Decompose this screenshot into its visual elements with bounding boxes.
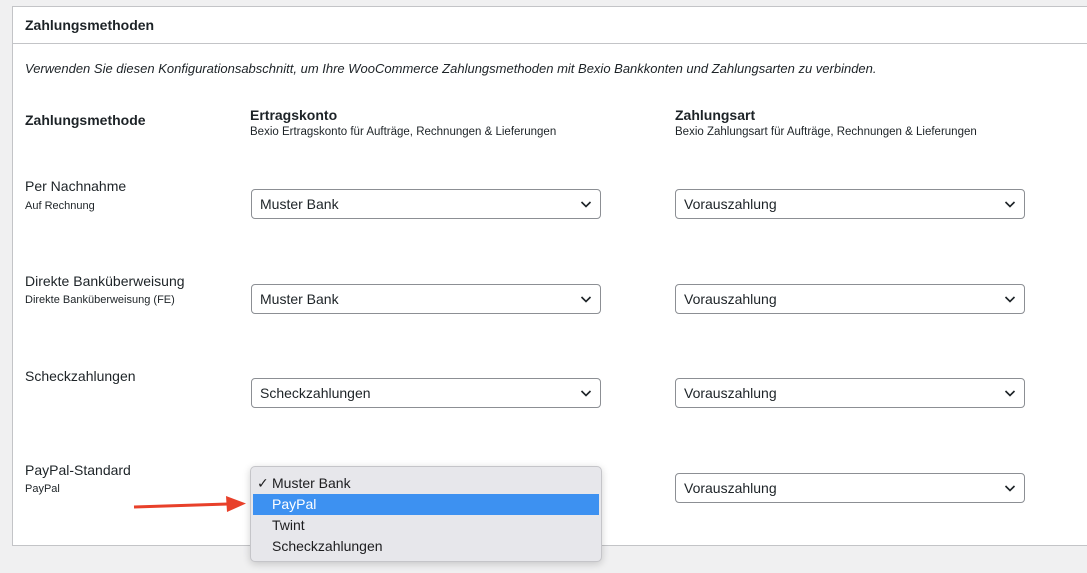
section-title: Zahlungsmethoden	[13, 7, 1087, 44]
select-value: Muster Bank	[260, 196, 339, 212]
row-label-per-nachnahme: Per Nachnahme	[25, 178, 127, 194]
chevron-down-icon	[1004, 485, 1016, 492]
chevron-down-icon	[580, 201, 592, 208]
select-value: Scheckzahlungen	[260, 385, 371, 401]
payment-type-select[interactable]: Vorauszahlung	[675, 378, 1025, 408]
checkmark-icon: ✓	[257, 475, 269, 491]
option-label: Twint	[272, 517, 305, 533]
dropdown-option-scheckzahlungen[interactable]: Scheckzahlungen	[251, 536, 601, 557]
chevron-down-icon	[580, 390, 592, 397]
payment-type-select[interactable]: Vorauszahlung	[675, 284, 1025, 314]
row-label-direkte-bankueberweisung: Direkte Banküberweisung	[25, 273, 185, 289]
column-header-method: Zahlungsmethode	[25, 112, 146, 128]
select-value: Vorauszahlung	[684, 385, 777, 401]
column-header-revenue: Ertragskonto	[250, 107, 338, 123]
option-label: Scheckzahlungen	[272, 538, 383, 554]
row-label-scheckzahlungen: Scheckzahlungen	[25, 368, 136, 384]
revenue-account-dropdown-list: ✓ Muster Bank PayPal Twint Scheckzahlung…	[250, 466, 602, 562]
annotation-arrow-icon	[133, 496, 246, 512]
select-value: Muster Bank	[260, 291, 339, 307]
select-value: Vorauszahlung	[684, 196, 777, 212]
chevron-down-icon	[1004, 201, 1016, 208]
select-value: Vorauszahlung	[684, 480, 777, 496]
payment-type-select[interactable]: Vorauszahlung	[675, 189, 1025, 219]
option-label: PayPal	[272, 496, 317, 512]
row-sublabel: Direkte Banküberweisung (FE)	[25, 294, 175, 306]
column-header-payment-type: Zahlungsart	[675, 107, 756, 123]
revenue-account-select[interactable]: Muster Bank	[251, 189, 601, 219]
dropdown-option-twint[interactable]: Twint	[251, 515, 601, 536]
revenue-account-select[interactable]: Muster Bank	[251, 284, 601, 314]
row-sublabel: PayPal	[25, 483, 60, 495]
revenue-account-select[interactable]: Scheckzahlungen	[251, 378, 601, 408]
chevron-down-icon	[1004, 390, 1016, 397]
chevron-down-icon	[580, 296, 592, 303]
column-subtitle-payment-type: Bexio Zahlungsart für Aufträge, Rechnung…	[675, 126, 977, 138]
option-label: Muster Bank	[272, 475, 351, 491]
payment-type-select[interactable]: Vorauszahlung	[675, 473, 1025, 503]
section-description: Verwenden Sie diesen Konfigurationsabsch…	[25, 61, 877, 76]
dropdown-option-paypal[interactable]: PayPal	[253, 494, 599, 515]
select-value: Vorauszahlung	[684, 291, 777, 307]
column-subtitle-revenue: Bexio Ertragskonto für Aufträge, Rechnun…	[250, 126, 557, 138]
chevron-down-icon	[1004, 296, 1016, 303]
dropdown-option-muster-bank[interactable]: ✓ Muster Bank	[251, 473, 601, 494]
row-label-paypal-standard: PayPal-Standard	[25, 462, 131, 478]
row-sublabel: Auf Rechnung	[25, 200, 95, 212]
